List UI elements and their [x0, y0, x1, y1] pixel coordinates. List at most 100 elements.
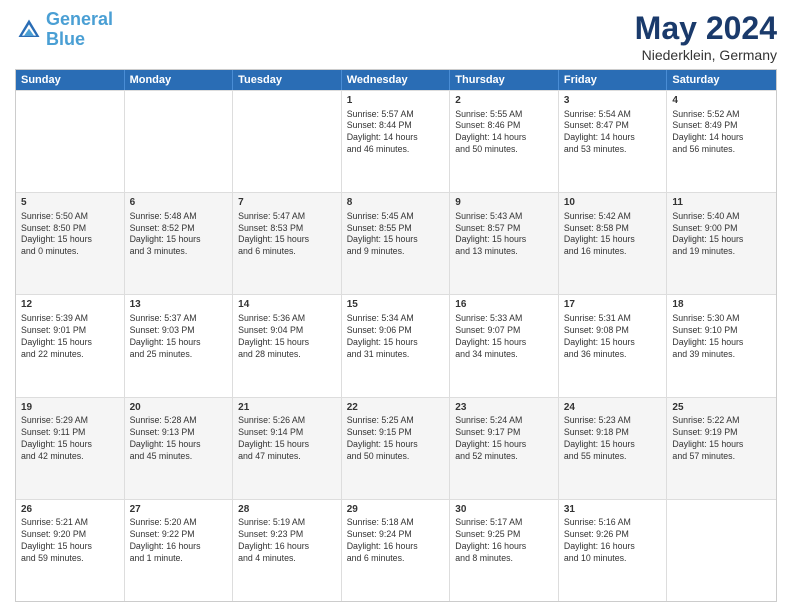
day-number: 29 — [347, 503, 445, 517]
day-number: 28 — [238, 503, 336, 517]
title-block: May 2024 Niederklein, Germany — [635, 10, 777, 63]
calendar-cell: 10Sunrise: 5:42 AM Sunset: 8:58 PM Dayli… — [559, 193, 668, 294]
cell-text: Sunrise: 5:37 AM Sunset: 9:03 PM Dayligh… — [130, 313, 228, 361]
calendar-cell: 5Sunrise: 5:50 AM Sunset: 8:50 PM Daylig… — [16, 193, 125, 294]
day-number: 26 — [21, 503, 119, 517]
month-title: May 2024 — [635, 10, 777, 47]
calendar-row-5: 26Sunrise: 5:21 AM Sunset: 9:20 PM Dayli… — [16, 499, 776, 601]
header-monday: Monday — [125, 70, 234, 90]
day-number: 3 — [564, 94, 662, 108]
day-number: 18 — [672, 298, 771, 312]
calendar-cell: 22Sunrise: 5:25 AM Sunset: 9:15 PM Dayli… — [342, 398, 451, 499]
header-sunday: Sunday — [16, 70, 125, 90]
cell-text: Sunrise: 5:30 AM Sunset: 9:10 PM Dayligh… — [672, 313, 771, 361]
day-number: 12 — [21, 298, 119, 312]
calendar-cell: 4Sunrise: 5:52 AM Sunset: 8:49 PM Daylig… — [667, 91, 776, 192]
calendar-cell: 9Sunrise: 5:43 AM Sunset: 8:57 PM Daylig… — [450, 193, 559, 294]
day-number: 21 — [238, 401, 336, 415]
day-number: 16 — [455, 298, 553, 312]
calendar-cell: 14Sunrise: 5:36 AM Sunset: 9:04 PM Dayli… — [233, 295, 342, 396]
calendar-cell: 8Sunrise: 5:45 AM Sunset: 8:55 PM Daylig… — [342, 193, 451, 294]
header-wednesday: Wednesday — [342, 70, 451, 90]
cell-text: Sunrise: 5:17 AM Sunset: 9:25 PM Dayligh… — [455, 517, 553, 565]
cell-text: Sunrise: 5:23 AM Sunset: 9:18 PM Dayligh… — [564, 415, 662, 463]
day-number: 23 — [455, 401, 553, 415]
cell-text: Sunrise: 5:16 AM Sunset: 9:26 PM Dayligh… — [564, 517, 662, 565]
calendar-body: 1Sunrise: 5:57 AM Sunset: 8:44 PM Daylig… — [16, 90, 776, 601]
calendar-cell: 6Sunrise: 5:48 AM Sunset: 8:52 PM Daylig… — [125, 193, 234, 294]
calendar-cell: 3Sunrise: 5:54 AM Sunset: 8:47 PM Daylig… — [559, 91, 668, 192]
calendar-cell — [125, 91, 234, 192]
calendar-cell: 23Sunrise: 5:24 AM Sunset: 9:17 PM Dayli… — [450, 398, 559, 499]
calendar-header: Sunday Monday Tuesday Wednesday Thursday… — [16, 70, 776, 90]
calendar-cell: 29Sunrise: 5:18 AM Sunset: 9:24 PM Dayli… — [342, 500, 451, 601]
header-tuesday: Tuesday — [233, 70, 342, 90]
cell-text: Sunrise: 5:20 AM Sunset: 9:22 PM Dayligh… — [130, 517, 228, 565]
cell-text: Sunrise: 5:19 AM Sunset: 9:23 PM Dayligh… — [238, 517, 336, 565]
cell-text: Sunrise: 5:47 AM Sunset: 8:53 PM Dayligh… — [238, 211, 336, 259]
cell-text: Sunrise: 5:34 AM Sunset: 9:06 PM Dayligh… — [347, 313, 445, 361]
calendar-cell: 2Sunrise: 5:55 AM Sunset: 8:46 PM Daylig… — [450, 91, 559, 192]
logo-icon — [15, 16, 43, 44]
cell-text: Sunrise: 5:55 AM Sunset: 8:46 PM Dayligh… — [455, 109, 553, 157]
calendar-cell: 27Sunrise: 5:20 AM Sunset: 9:22 PM Dayli… — [125, 500, 234, 601]
cell-text: Sunrise: 5:50 AM Sunset: 8:50 PM Dayligh… — [21, 211, 119, 259]
cell-text: Sunrise: 5:43 AM Sunset: 8:57 PM Dayligh… — [455, 211, 553, 259]
calendar-cell: 1Sunrise: 5:57 AM Sunset: 8:44 PM Daylig… — [342, 91, 451, 192]
cell-text: Sunrise: 5:29 AM Sunset: 9:11 PM Dayligh… — [21, 415, 119, 463]
day-number: 25 — [672, 401, 771, 415]
day-number: 7 — [238, 196, 336, 210]
cell-text: Sunrise: 5:18 AM Sunset: 9:24 PM Dayligh… — [347, 517, 445, 565]
cell-text: Sunrise: 5:26 AM Sunset: 9:14 PM Dayligh… — [238, 415, 336, 463]
cell-text: Sunrise: 5:31 AM Sunset: 9:08 PM Dayligh… — [564, 313, 662, 361]
day-number: 17 — [564, 298, 662, 312]
day-number: 27 — [130, 503, 228, 517]
day-number: 4 — [672, 94, 771, 108]
header-friday: Friday — [559, 70, 668, 90]
calendar-cell: 20Sunrise: 5:28 AM Sunset: 9:13 PM Dayli… — [125, 398, 234, 499]
day-number: 20 — [130, 401, 228, 415]
header: General Blue May 2024 Niederklein, Germa… — [15, 10, 777, 63]
day-number: 30 — [455, 503, 553, 517]
header-thursday: Thursday — [450, 70, 559, 90]
calendar-cell: 25Sunrise: 5:22 AM Sunset: 9:19 PM Dayli… — [667, 398, 776, 499]
cell-text: Sunrise: 5:48 AM Sunset: 8:52 PM Dayligh… — [130, 211, 228, 259]
cell-text: Sunrise: 5:22 AM Sunset: 9:19 PM Dayligh… — [672, 415, 771, 463]
calendar-row-3: 12Sunrise: 5:39 AM Sunset: 9:01 PM Dayli… — [16, 294, 776, 396]
day-number: 1 — [347, 94, 445, 108]
calendar-cell: 17Sunrise: 5:31 AM Sunset: 9:08 PM Dayli… — [559, 295, 668, 396]
cell-text: Sunrise: 5:45 AM Sunset: 8:55 PM Dayligh… — [347, 211, 445, 259]
calendar-cell: 12Sunrise: 5:39 AM Sunset: 9:01 PM Dayli… — [16, 295, 125, 396]
calendar-cell: 30Sunrise: 5:17 AM Sunset: 9:25 PM Dayli… — [450, 500, 559, 601]
cell-text: Sunrise: 5:25 AM Sunset: 9:15 PM Dayligh… — [347, 415, 445, 463]
calendar-cell: 11Sunrise: 5:40 AM Sunset: 9:00 PM Dayli… — [667, 193, 776, 294]
calendar-cell: 24Sunrise: 5:23 AM Sunset: 9:18 PM Dayli… — [559, 398, 668, 499]
cell-text: Sunrise: 5:52 AM Sunset: 8:49 PM Dayligh… — [672, 109, 771, 157]
calendar-row-2: 5Sunrise: 5:50 AM Sunset: 8:50 PM Daylig… — [16, 192, 776, 294]
calendar-cell — [667, 500, 776, 601]
day-number: 8 — [347, 196, 445, 210]
calendar-cell: 16Sunrise: 5:33 AM Sunset: 9:07 PM Dayli… — [450, 295, 559, 396]
calendar-cell: 7Sunrise: 5:47 AM Sunset: 8:53 PM Daylig… — [233, 193, 342, 294]
day-number: 10 — [564, 196, 662, 210]
calendar-cell: 18Sunrise: 5:30 AM Sunset: 9:10 PM Dayli… — [667, 295, 776, 396]
cell-text: Sunrise: 5:36 AM Sunset: 9:04 PM Dayligh… — [238, 313, 336, 361]
calendar-cell: 31Sunrise: 5:16 AM Sunset: 9:26 PM Dayli… — [559, 500, 668, 601]
day-number: 24 — [564, 401, 662, 415]
cell-text: Sunrise: 5:54 AM Sunset: 8:47 PM Dayligh… — [564, 109, 662, 157]
cell-text: Sunrise: 5:33 AM Sunset: 9:07 PM Dayligh… — [455, 313, 553, 361]
calendar-row-1: 1Sunrise: 5:57 AM Sunset: 8:44 PM Daylig… — [16, 90, 776, 192]
day-number: 5 — [21, 196, 119, 210]
calendar-cell: 28Sunrise: 5:19 AM Sunset: 9:23 PM Dayli… — [233, 500, 342, 601]
cell-text: Sunrise: 5:42 AM Sunset: 8:58 PM Dayligh… — [564, 211, 662, 259]
calendar-cell: 26Sunrise: 5:21 AM Sunset: 9:20 PM Dayli… — [16, 500, 125, 601]
calendar-cell: 19Sunrise: 5:29 AM Sunset: 9:11 PM Dayli… — [16, 398, 125, 499]
logo-text: General Blue — [46, 10, 113, 50]
day-number: 13 — [130, 298, 228, 312]
logo: General Blue — [15, 10, 113, 50]
day-number: 9 — [455, 196, 553, 210]
day-number: 19 — [21, 401, 119, 415]
cell-text: Sunrise: 5:39 AM Sunset: 9:01 PM Dayligh… — [21, 313, 119, 361]
day-number: 14 — [238, 298, 336, 312]
day-number: 11 — [672, 196, 771, 210]
